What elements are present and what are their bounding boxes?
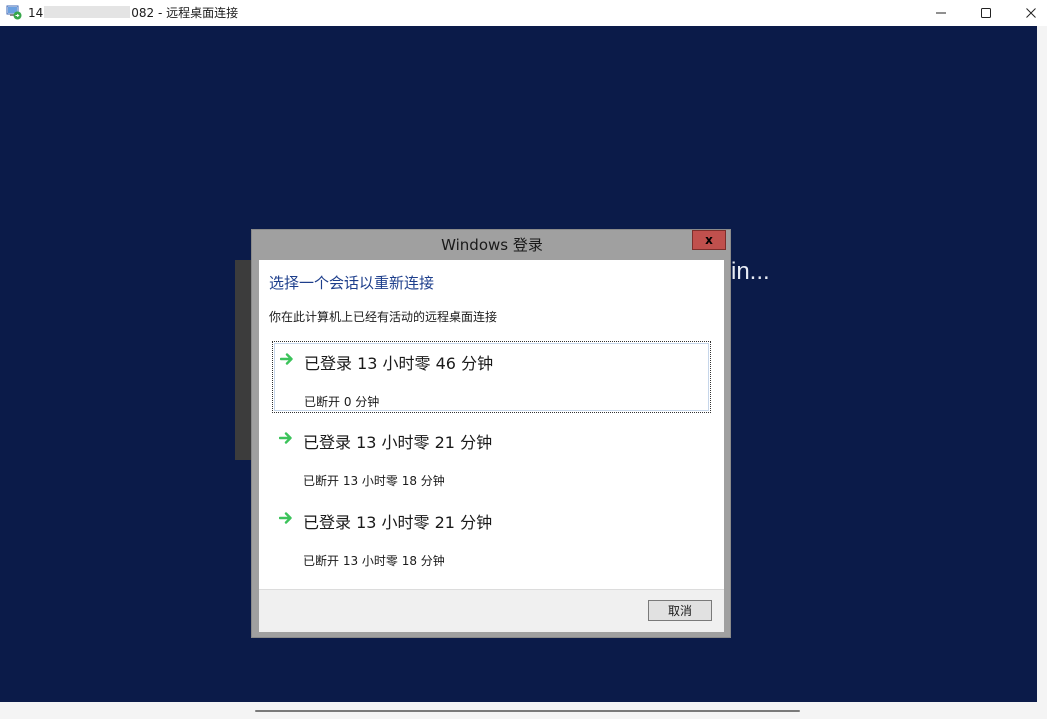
dialog-footer: 取消 bbox=[259, 589, 724, 632]
close-icon bbox=[1026, 8, 1036, 18]
session-detail: 已断开 13 小时零 18 分钟 bbox=[303, 554, 445, 568]
scrollbar-thumb[interactable] bbox=[255, 710, 800, 712]
maximize-icon bbox=[981, 8, 991, 18]
windows-login-dialog: Windows 登录 x 选择一个会话以重新连接 你在此计算机上已经有活动的远程… bbox=[251, 229, 731, 638]
session-title: 已登录 13 小时零 21 分钟 bbox=[303, 433, 493, 452]
session-item[interactable]: 已登录 13 小时零 21 分钟 已断开 13 小时零 18 分钟 bbox=[272, 501, 711, 573]
rdp-window: 14 082 - 远程桌面连接 in... Windows 登录 x 选择一个会话… bbox=[0, 0, 1047, 719]
session-item[interactable]: 已登录 13 小时零 21 分钟 已断开 13 小时零 18 分钟 bbox=[272, 421, 711, 493]
maximize-button[interactable] bbox=[963, 0, 1009, 26]
session-title: 已登录 13 小时零 21 分钟 bbox=[303, 513, 493, 532]
horizontal-scrollbar[interactable] bbox=[0, 702, 1047, 719]
window-title: 14 082 - 远程桌面连接 bbox=[28, 4, 238, 21]
green-arrow-icon bbox=[279, 432, 292, 444]
dialog-close-button[interactable]: x bbox=[692, 230, 726, 250]
minimize-icon bbox=[936, 12, 946, 14]
window-title-prefix: 14 bbox=[28, 6, 44, 20]
cancel-button[interactable]: 取消 bbox=[648, 600, 712, 621]
session-detail: 已断开 13 小时零 18 分钟 bbox=[303, 474, 445, 488]
close-window-button[interactable] bbox=[1008, 0, 1047, 26]
minimize-button[interactable] bbox=[918, 0, 964, 26]
session-title: 已登录 13 小时零 46 分钟 bbox=[304, 354, 494, 373]
redacted-address bbox=[44, 6, 131, 18]
session-item[interactable]: 已登录 13 小时零 46 分钟 已断开 0 分钟 bbox=[272, 341, 711, 413]
remote-desktop-icon bbox=[6, 5, 22, 20]
session-detail: 已断开 0 分钟 bbox=[304, 395, 380, 409]
vertical-scrollbar[interactable] bbox=[1037, 26, 1047, 702]
green-arrow-icon bbox=[280, 353, 293, 365]
dialog-subtext: 你在此计算机上已经有活动的远程桌面连接 bbox=[269, 310, 498, 324]
dialog-heading: 选择一个会话以重新连接 bbox=[269, 274, 435, 292]
dialog-body: 选择一个会话以重新连接 你在此计算机上已经有活动的远程桌面连接 已登录 13 小… bbox=[259, 260, 724, 589]
dialog-title: Windows 登录 bbox=[441, 236, 543, 254]
signing-in-text: in... bbox=[731, 258, 770, 285]
green-arrow-icon bbox=[279, 512, 292, 524]
window-title-suffix: 082 - 远程桌面连接 bbox=[131, 6, 239, 20]
title-bar[interactable]: 14 082 - 远程桌面连接 bbox=[0, 0, 1047, 26]
